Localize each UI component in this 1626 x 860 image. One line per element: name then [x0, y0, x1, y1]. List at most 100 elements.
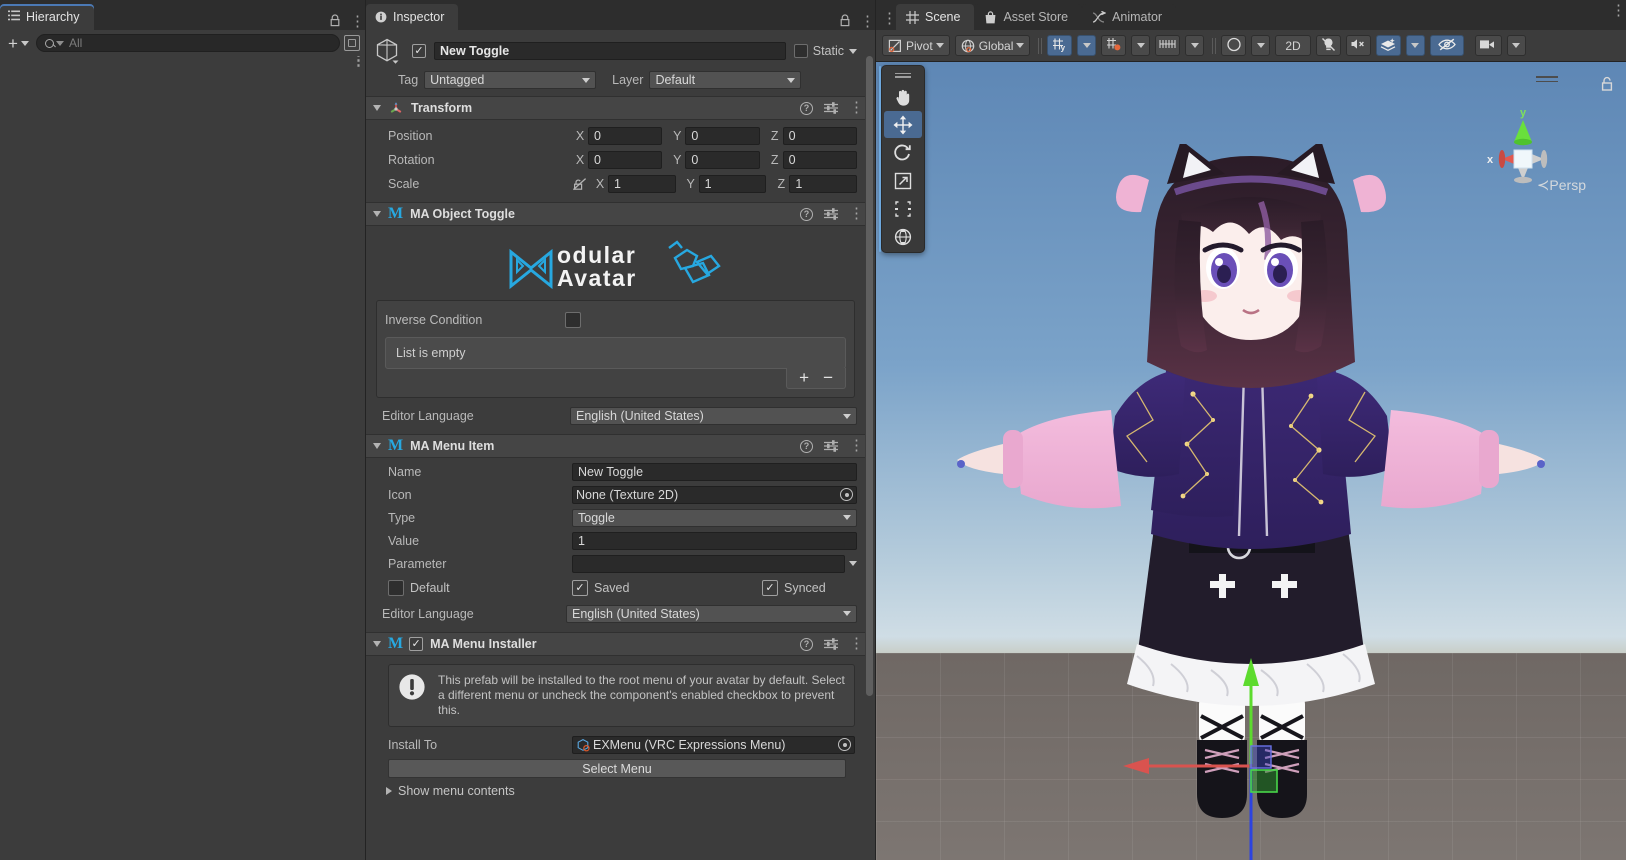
lock-icon[interactable]: [329, 14, 341, 30]
create-object-button[interactable]: +: [5, 34, 32, 53]
scene-lighting-button[interactable]: [1315, 35, 1341, 56]
pivot-button[interactable]: Pivot: [882, 35, 950, 56]
menu-item-name-input[interactable]: New Toggle: [572, 462, 857, 481]
scene-camera-dropdown[interactable]: [1506, 35, 1526, 56]
component-menu-icon[interactable]: [849, 103, 855, 113]
scene-projection-label[interactable]: ≺Persp: [1537, 176, 1586, 194]
grid-axis-button[interactable]: y: [1047, 35, 1073, 56]
rotate-tool[interactable]: [884, 139, 922, 166]
component-menu-icon[interactable]: [849, 209, 855, 219]
gizmo-lock-icon[interactable]: [1600, 76, 1614, 95]
synced-checkbox[interactable]: ✓: [762, 580, 778, 596]
scene-dock-menu-icon[interactable]: [882, 14, 888, 24]
position-y-input[interactable]: 0: [685, 127, 760, 145]
static-toggle[interactable]: ✓ Static: [793, 44, 857, 58]
component-header-transform[interactable]: Transform ?: [366, 96, 865, 120]
grid-snapping-button[interactable]: [1101, 35, 1127, 56]
expand-search-icon[interactable]: [344, 35, 360, 51]
tag-dropdown[interactable]: Untagged: [424, 71, 597, 89]
scene-viewport[interactable]: y x ≺Persp: [876, 62, 1626, 860]
lock-icon[interactable]: [839, 14, 851, 30]
overlay-drag-handle[interactable]: [884, 68, 922, 82]
preset-icon[interactable]: [824, 440, 838, 452]
gizmo-drag-handle[interactable]: [1536, 76, 1558, 82]
2d-toggle-button[interactable]: 2D: [1275, 35, 1311, 56]
component-header-ma-object-toggle[interactable]: M MA Object Toggle ?: [366, 202, 865, 226]
constrain-proportions-icon[interactable]: [572, 177, 588, 191]
ruler-button[interactable]: [1155, 35, 1181, 56]
scale-x-input[interactable]: 1: [608, 175, 676, 193]
editor-language-dropdown[interactable]: English (United States): [566, 604, 857, 623]
add-item-button[interactable]: +: [799, 369, 809, 386]
hierarchy-scene-row[interactable]: scene2*: [0, 56, 365, 860]
scene-fx-dropdown[interactable]: [1405, 35, 1425, 56]
scene-fx-button[interactable]: [1375, 35, 1401, 56]
tab-scene[interactable]: Scene: [896, 4, 975, 30]
component-header-ma-menu-installer[interactable]: M ✓ MA Menu Installer ?: [366, 632, 865, 656]
menu-item-icon-objectfield[interactable]: None (Texture 2D): [572, 485, 857, 504]
remove-item-button[interactable]: −: [823, 369, 833, 386]
menu-item-type-dropdown[interactable]: Toggle: [572, 508, 857, 527]
tab-asset-store[interactable]: Asset Store: [974, 4, 1083, 30]
tab-hierarchy[interactable]: Hierarchy: [0, 4, 94, 30]
object-picker-icon[interactable]: [838, 738, 851, 751]
scene-menu-icon[interactable]: [1611, 6, 1617, 16]
default-toggle[interactable]: ✓ Default: [388, 580, 572, 596]
scale-z-input[interactable]: 1: [789, 175, 858, 193]
position-x-input[interactable]: 0: [588, 127, 663, 145]
hierarchy-menu-icon[interactable]: [350, 17, 356, 27]
ruler-dropdown[interactable]: [1185, 35, 1205, 56]
move-tool[interactable]: [884, 111, 922, 138]
preset-icon[interactable]: [824, 638, 838, 650]
help-icon[interactable]: ?: [800, 637, 813, 651]
rect-tool[interactable]: [884, 195, 922, 222]
saved-checkbox[interactable]: ✓: [572, 580, 588, 596]
gameobject-name-input[interactable]: New Toggle: [434, 42, 786, 60]
select-menu-button[interactable]: Select Menu: [388, 759, 846, 778]
inspector-scrollbar[interactable]: [865, 30, 874, 860]
menu-item-value-input[interactable]: 1: [572, 531, 857, 550]
rotation-x-input[interactable]: 0: [588, 151, 663, 169]
move-gizmo[interactable]: [1101, 642, 1401, 860]
help-icon[interactable]: ?: [800, 207, 813, 221]
chevron-down-icon[interactable]: [373, 443, 381, 449]
scene-audio-button[interactable]: [1345, 35, 1371, 56]
position-z-input[interactable]: 0: [782, 127, 857, 145]
grid-snapping-dropdown[interactable]: [1131, 35, 1151, 56]
handle-space-button[interactable]: Global: [954, 35, 1031, 56]
toggle-list[interactable]: List is empty: [385, 337, 846, 369]
scale-y-input[interactable]: 1: [698, 175, 767, 193]
component-menu-icon[interactable]: [849, 441, 855, 451]
scene-tools-overlay[interactable]: [879, 65, 925, 253]
chevron-down-icon[interactable]: [373, 211, 381, 217]
default-checkbox[interactable]: ✓: [388, 580, 404, 596]
transform-tool[interactable]: [884, 223, 922, 250]
object-picker-icon[interactable]: [840, 488, 853, 501]
hierarchy-tree[interactable]: scene2* Main CameraDirectional LightAvat…: [0, 56, 365, 860]
shading-mode-button[interactable]: [1221, 35, 1247, 56]
layer-dropdown[interactable]: Default: [649, 71, 802, 89]
hierarchy-search-input[interactable]: All: [35, 34, 340, 52]
shading-dropdown[interactable]: [1251, 35, 1271, 56]
help-icon[interactable]: ?: [800, 101, 813, 115]
tab-inspector[interactable]: Inspector: [366, 4, 459, 30]
synced-toggle[interactable]: ✓ Synced: [762, 580, 826, 596]
static-checkbox[interactable]: ✓: [793, 44, 808, 58]
preset-icon[interactable]: [824, 208, 838, 220]
scale-tool[interactable]: [884, 167, 922, 194]
inspector-menu-icon[interactable]: [860, 17, 866, 27]
rotation-z-input[interactable]: 0: [782, 151, 857, 169]
static-chevron-down-icon[interactable]: [849, 48, 857, 54]
scene-orientation-gizmo[interactable]: y x: [1468, 104, 1578, 217]
component-header-ma-menu-item[interactable]: M MA Menu Item ?: [366, 434, 865, 458]
parameter-chevron-down-icon[interactable]: [849, 561, 857, 566]
preset-icon[interactable]: [824, 102, 838, 114]
grid-axis-dropdown[interactable]: [1077, 35, 1097, 56]
install-to-objectfield[interactable]: EXMenu (VRC Expressions Menu): [572, 735, 855, 754]
scene-camera-button[interactable]: [1474, 35, 1502, 56]
gizmos-toggle-button[interactable]: [1429, 35, 1464, 56]
rotation-y-input[interactable]: 0: [685, 151, 760, 169]
editor-language-dropdown[interactable]: English (United States): [570, 407, 857, 425]
scene-menu-icon[interactable]: [351, 56, 357, 66]
inverse-condition-checkbox[interactable]: ✓: [565, 312, 581, 328]
